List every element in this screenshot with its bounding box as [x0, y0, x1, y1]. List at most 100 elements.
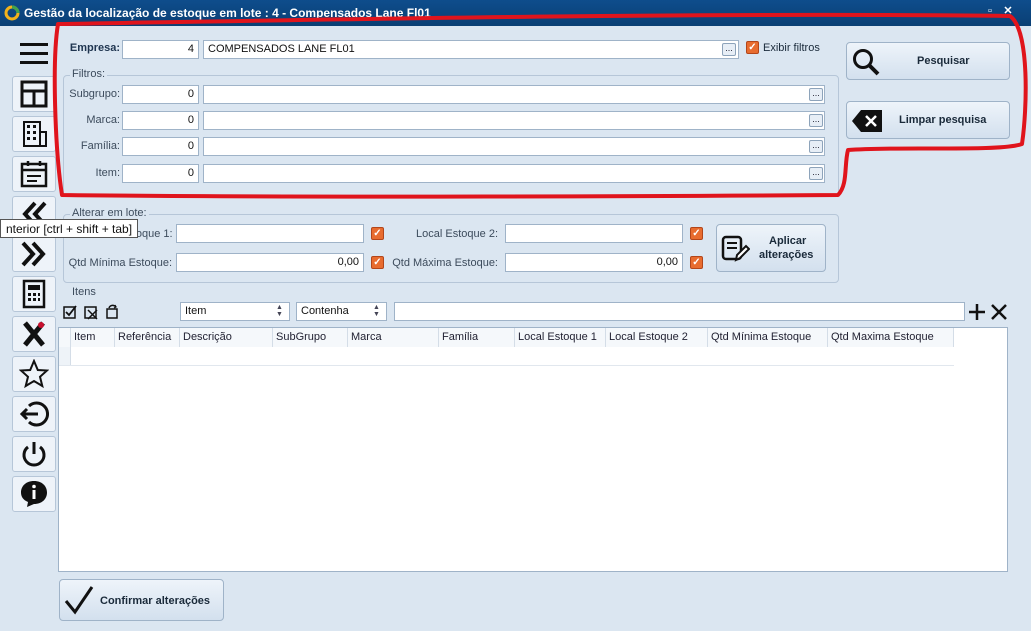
next-button[interactable] — [12, 236, 56, 272]
next-icon — [21, 241, 46, 267]
marca-label: Marca: — [86, 114, 120, 126]
qtd-maxima-checkbox[interactable]: ✓ — [690, 256, 703, 269]
empresa-name-field[interactable]: COMPENSADOS LANE FL01 — [203, 40, 739, 59]
marca-code-field[interactable]: 0 — [122, 111, 199, 130]
exibir-filtros-label: Exibir filtros — [763, 42, 820, 54]
itens-legend: Itens — [70, 286, 98, 298]
power-icon — [22, 442, 46, 467]
column-header-qtd-maxima[interactable]: Qtd Maxima Estoque — [828, 328, 954, 347]
row-header — [59, 328, 71, 347]
qtd-minima-label: Qtd Mínima Estoque: — [68, 257, 172, 269]
unselect-all-button[interactable] — [83, 304, 99, 320]
column-header-descricao[interactable]: Descrição — [180, 328, 273, 347]
item-desc-field[interactable] — [203, 164, 825, 183]
column-header-referencia[interactable]: Referência — [115, 328, 180, 347]
logout-icon — [19, 401, 49, 427]
backspace-icon — [852, 110, 882, 132]
confirm-changes-label: Confirmar alterações — [100, 595, 211, 607]
favorites-button[interactable] — [12, 356, 56, 392]
qtd-maxima-field[interactable]: 0,00 — [505, 253, 683, 272]
local-estoque-1-field[interactable] — [176, 224, 364, 243]
empresa-lookup-button[interactable]: ... — [722, 43, 736, 56]
subgrupo-code-field[interactable]: 0 — [122, 85, 199, 104]
familia-lookup-button[interactable]: ... — [809, 140, 823, 153]
local-estoque-1-checkbox[interactable]: ✓ — [371, 227, 384, 240]
empresa-label: Empresa: — [69, 42, 120, 54]
familia-code-field[interactable]: 0 — [122, 137, 199, 156]
local-estoque-2-checkbox[interactable]: ✓ — [690, 227, 703, 240]
subgrupo-desc-field[interactable] — [203, 85, 825, 104]
local-estoque-2-field[interactable] — [505, 224, 683, 243]
column-header-item[interactable]: Item — [71, 328, 115, 347]
empresa-code-field[interactable]: 4 — [122, 40, 199, 59]
app-logo-icon — [4, 5, 20, 21]
invert-selection-button[interactable] — [104, 304, 120, 320]
marca-lookup-button[interactable]: ... — [809, 114, 823, 127]
filter-field-value: Item — [185, 305, 207, 317]
filter-operator-value: Contenha — [301, 305, 349, 317]
confirm-changes-button[interactable]: Confirmar alterações — [59, 579, 224, 621]
info-icon — [21, 481, 47, 507]
tools-button[interactable] — [12, 316, 56, 352]
layout-icon — [20, 80, 48, 108]
tools-icon — [23, 321, 45, 347]
window-title: Gestão da localização de estoque em lote… — [24, 6, 431, 20]
calculator-button[interactable] — [12, 276, 56, 312]
filter-field-select[interactable]: Item ▲ ▼ — [180, 302, 290, 321]
apply-changes-label-1: Aplicar — [769, 235, 807, 247]
checkmark-icon — [64, 586, 94, 615]
familia-label: Família: — [80, 140, 120, 152]
calendar-button[interactable] — [12, 156, 56, 192]
qtd-minima-field[interactable]: 0,00 — [176, 253, 364, 272]
table-row[interactable] — [59, 347, 954, 366]
items-grid[interactable]: Item Referência Descrição SubGrupo Marca… — [58, 327, 1008, 572]
spinner-icon: ▲ ▼ — [373, 304, 380, 318]
search-button[interactable]: Pesquisar — [846, 42, 1010, 80]
logout-button[interactable] — [12, 396, 56, 432]
add-filter-button[interactable] — [968, 303, 986, 321]
menu-button[interactable] — [12, 36, 56, 72]
item-code-field[interactable]: 0 — [122, 164, 199, 183]
search-button-label: Pesquisar — [917, 55, 970, 67]
item-lookup-button[interactable]: ... — [809, 167, 823, 180]
invert-selection-icon — [106, 304, 118, 319]
filter-value-field[interactable] — [394, 302, 965, 321]
marca-desc-field[interactable] — [203, 111, 825, 130]
hamburger-menu-icon — [20, 43, 48, 64]
close-window-button[interactable]: ✕ — [1001, 4, 1015, 18]
subgrupo-lookup-button[interactable]: ... — [809, 88, 823, 101]
spinner-icon: ▲ ▼ — [276, 304, 283, 318]
alterar-lote-legend-text: Alterar em lote: — [70, 207, 149, 219]
plus-icon — [969, 304, 985, 320]
layout-button[interactable] — [12, 76, 56, 112]
select-all-button[interactable] — [62, 304, 78, 320]
item-label: Item: — [95, 167, 120, 179]
calendar-icon — [20, 161, 48, 188]
check-all-icon — [63, 305, 77, 319]
column-header-familia[interactable]: Família — [439, 328, 515, 347]
title-bar: Gestão da localização de estoque em lote… — [0, 0, 1031, 26]
maximize-button[interactable]: ▫ — [983, 4, 997, 18]
column-header-local-estoque-1[interactable]: Local Estoque 1 — [515, 328, 606, 347]
local-estoque-2-label: Local Estoque 2: — [416, 228, 498, 240]
qtd-maxima-label: Qtd Máxima Estoque: — [392, 257, 498, 269]
company-button[interactable] — [12, 116, 56, 152]
column-header-subgrupo[interactable]: SubGrupo — [273, 328, 348, 347]
filter-operator-select[interactable]: Contenha ▲ ▼ — [296, 302, 387, 321]
column-header-marca[interactable]: Marca — [348, 328, 439, 347]
clear-search-button[interactable]: Limpar pesquisa — [846, 101, 1010, 139]
subgrupo-label: Subgrupo: — [69, 88, 120, 100]
info-button[interactable] — [12, 476, 56, 512]
remove-filter-button[interactable] — [990, 303, 1008, 321]
close-icon — [991, 304, 1007, 320]
familia-desc-field[interactable] — [203, 137, 825, 156]
apply-changes-button[interactable]: Aplicar alterações — [716, 224, 826, 272]
search-icon — [853, 49, 880, 76]
edit-document-icon — [721, 235, 750, 262]
column-header-local-estoque-2[interactable]: Local Estoque 2 — [606, 328, 708, 347]
clear-search-label: Limpar pesquisa — [899, 114, 987, 126]
power-button[interactable] — [12, 436, 56, 472]
column-header-qtd-minima[interactable]: Qtd Mínima Estoque — [708, 328, 828, 347]
exibir-filtros-checkbox[interactable]: ✓ — [746, 41, 759, 54]
qtd-minima-checkbox[interactable]: ✓ — [371, 256, 384, 269]
